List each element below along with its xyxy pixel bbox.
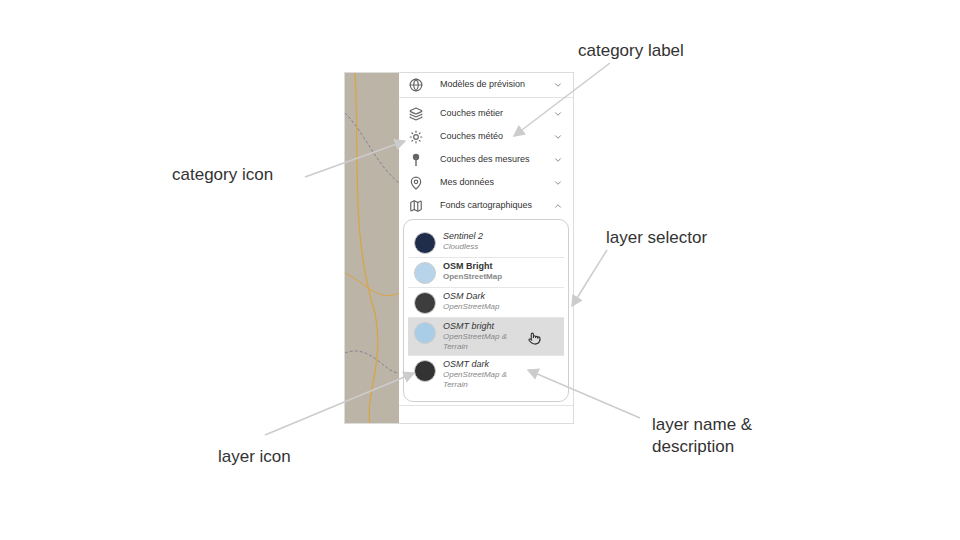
map-icon bbox=[409, 199, 423, 213]
layer-item[interactable]: Sentinel 2Cloudless bbox=[408, 228, 564, 258]
layer-description: Cloudless bbox=[443, 242, 517, 252]
layer-icon bbox=[414, 232, 436, 254]
annotation-label: category icon bbox=[172, 164, 273, 186]
category-label: Mes données bbox=[432, 176, 544, 190]
layer-icon bbox=[414, 262, 436, 284]
globe-icon bbox=[409, 78, 423, 92]
category-row[interactable]: Couches météo bbox=[399, 125, 573, 148]
layer-name: OSM Dark bbox=[443, 291, 517, 302]
layer-menu: Modèles de prévision Couches métier Couche… bbox=[399, 73, 573, 423]
chevron-down-icon[interactable] bbox=[553, 109, 563, 119]
hand-cursor-icon bbox=[528, 332, 541, 345]
layer-name: OSMT bright bbox=[443, 321, 517, 332]
ui-panel: Modèles de prévision Couches métier Couche… bbox=[344, 72, 574, 424]
layer-description: OpenStreetMap bbox=[443, 302, 517, 312]
layer-name: OSMT dark bbox=[443, 359, 517, 370]
annotation-label: layer icon bbox=[218, 446, 291, 468]
layer-icon bbox=[414, 292, 436, 314]
category-label: Fonds cartographiques bbox=[432, 199, 544, 213]
layer-selector: Sentinel 2CloudlessOSM BrightOpenStreetM… bbox=[403, 219, 569, 402]
layer-item[interactable]: OSM BrightOpenStreetMap bbox=[408, 258, 564, 288]
category-label: Couches des mesures bbox=[432, 153, 544, 167]
category-label: Couches métier bbox=[432, 107, 544, 121]
layer-description: OpenStreetMap bbox=[443, 272, 517, 282]
category-label: Modèles de prévision bbox=[432, 78, 544, 92]
layer-icon bbox=[414, 360, 436, 382]
layer-name: Sentinel 2 bbox=[443, 231, 517, 242]
category-row[interactable]: Fonds cartographiques bbox=[399, 194, 573, 217]
diagram: Modèles de prévision Couches métier Couche… bbox=[0, 0, 960, 540]
annotation-arrows bbox=[0, 0, 960, 540]
chevron-down-icon[interactable] bbox=[553, 178, 563, 188]
map-pin-icon bbox=[409, 176, 423, 190]
annotation-label: layer name & description bbox=[652, 414, 782, 458]
annotation-label: category label bbox=[578, 40, 684, 62]
layer-description: OpenStreetMap & Terrain bbox=[443, 370, 517, 390]
annotation-label: layer selector bbox=[606, 227, 707, 249]
layer-item[interactable]: OSM DarkOpenStreetMap bbox=[408, 288, 564, 318]
category-row[interactable]: Mes données bbox=[399, 171, 573, 194]
category-row[interactable]: Couches des mesures bbox=[399, 148, 573, 171]
layer-name: OSM Bright bbox=[443, 261, 517, 272]
sun-icon bbox=[409, 130, 423, 144]
category-row[interactable]: Couches métier bbox=[399, 102, 573, 125]
chevron-down-icon[interactable] bbox=[553, 155, 563, 165]
map-background[interactable] bbox=[345, 73, 399, 423]
category-row[interactable]: Modèles de prévision bbox=[399, 74, 573, 97]
chevron-down-icon[interactable] bbox=[553, 132, 563, 142]
layer-description: OpenStreetMap & Terrain bbox=[443, 332, 517, 352]
pin-icon bbox=[409, 153, 423, 167]
layer-item[interactable]: OSMT darkOpenStreetMap & Terrain bbox=[408, 356, 564, 393]
category-label: Couches météo bbox=[432, 130, 544, 144]
chevron-up-icon[interactable] bbox=[553, 201, 563, 211]
chevron-down-icon[interactable] bbox=[553, 80, 563, 90]
layer-icon bbox=[414, 322, 436, 344]
layers-icon bbox=[409, 107, 423, 121]
layer-item[interactable]: OSMT brightOpenStreetMap & Terrain bbox=[408, 318, 564, 356]
